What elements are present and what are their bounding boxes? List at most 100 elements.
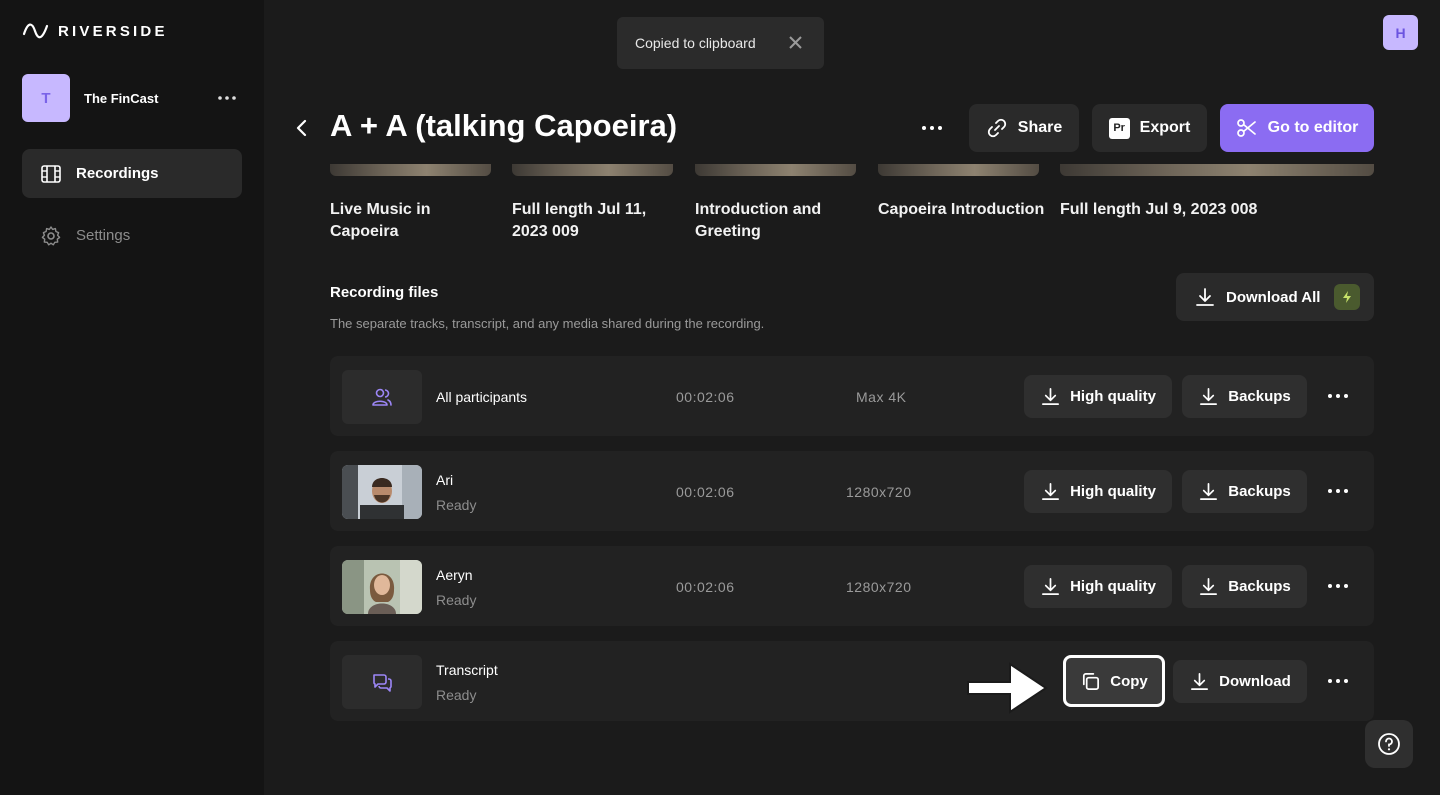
track-resolution: 1280x720 (846, 484, 912, 500)
clip-title: Live Music in Capoeira (330, 201, 431, 240)
track-resolution: 1280x720 (846, 579, 912, 595)
scissors-icon (1236, 119, 1256, 137)
sidebar-item-recordings[interactable]: Recordings (22, 149, 242, 198)
participant-thumbnail (342, 465, 422, 519)
high-quality-button[interactable]: High quality (1024, 470, 1172, 513)
track-duration: 00:02:06 (676, 389, 735, 405)
track-resolution: Max 4K (856, 389, 907, 405)
workspace-avatar: T (22, 74, 70, 122)
track-duration: 00:02:06 (676, 579, 735, 595)
download-icon (1191, 673, 1209, 690)
clip-card[interactable]: Introduction and Greeting (695, 164, 865, 243)
brand-name: RIVERSIDE (58, 22, 168, 40)
download-icon (1200, 483, 1218, 500)
clip-thumbnail (695, 164, 856, 176)
track-name: All participants (436, 389, 528, 405)
more-options-icon[interactable] (1320, 479, 1356, 503)
high-quality-button[interactable]: High quality (1024, 375, 1172, 418)
track-status: Ready (436, 687, 477, 703)
workspace-name: The FinCast (84, 90, 159, 106)
link-icon (987, 118, 1006, 138)
download-all-label: Download All (1226, 288, 1321, 306)
download-all-button[interactable]: Download All (1176, 273, 1374, 321)
user-avatar[interactable]: H (1383, 15, 1418, 50)
button-label: Copy (1110, 672, 1148, 690)
clip-title: Capoeira Introduction (878, 201, 1045, 218)
button-label: High quality (1070, 483, 1156, 500)
download-icon (1042, 578, 1060, 595)
clip-thumbnail (512, 164, 673, 176)
gear-icon (41, 225, 61, 245)
button-label: Backups (1228, 483, 1291, 500)
track-name: Transcript (436, 662, 498, 678)
download-icon (1042, 388, 1060, 405)
backups-button[interactable]: Backups (1182, 375, 1307, 418)
section-subtitle: The separate tracks, transcript, and any… (330, 316, 765, 331)
button-label: Backups (1228, 578, 1291, 595)
clip-card[interactable]: Capoeira Introduction (878, 164, 1048, 221)
clip-thumbnail (330, 164, 491, 176)
chat-bubbles-icon (342, 655, 422, 709)
premiere-pro-icon: Pr (1108, 117, 1130, 139)
page-title: A + A (talking Capoeira) (330, 108, 678, 143)
more-options-icon[interactable] (917, 116, 947, 140)
track-name: Ari (436, 472, 454, 488)
table-row: Ari Ready 00:02:06 1280x720 High quality… (330, 451, 1374, 531)
section-title: Recording files (330, 284, 439, 301)
download-icon (1042, 483, 1060, 500)
share-button[interactable]: Share (969, 104, 1079, 152)
clips-carousel: Live Music in Capoeira Full length Jul 1… (330, 164, 1374, 244)
close-icon[interactable] (787, 34, 804, 51)
question-icon (1378, 733, 1400, 755)
copy-button[interactable]: Copy (1063, 655, 1165, 707)
backups-button[interactable]: Backups (1182, 565, 1307, 608)
download-icon (1200, 578, 1218, 595)
download-icon (1196, 288, 1214, 306)
lightning-icon (1334, 284, 1361, 310)
clip-thumbnail (1060, 164, 1374, 176)
clip-card[interactable]: Full length Jul 9, 2023 008 (1060, 164, 1374, 221)
clip-thumbnail (878, 164, 1039, 176)
sidebar: RIVERSIDE T The FinCast Recordings Setti… (0, 0, 264, 795)
chevron-left-icon[interactable] (290, 116, 314, 140)
more-options-icon[interactable] (1320, 574, 1356, 598)
high-quality-button[interactable]: High quality (1024, 565, 1172, 608)
download-icon (1200, 388, 1218, 405)
wave-logo-icon (22, 23, 49, 39)
track-duration: 00:02:06 (676, 484, 735, 500)
clip-card[interactable]: Live Music in Capoeira (330, 164, 500, 243)
sidebar-item-label: Recordings (76, 165, 159, 182)
film-icon (41, 164, 61, 183)
track-name: Aeryn (436, 567, 473, 583)
share-label: Share (1017, 119, 1063, 136)
sidebar-item-label: Settings (76, 227, 131, 244)
riverside-logo[interactable]: RIVERSIDE (22, 20, 168, 42)
track-status: Ready (436, 497, 477, 513)
clip-title: Introduction and Greeting (695, 201, 822, 240)
toast-notification: Copied to clipboard (617, 17, 824, 69)
go-to-editor-button[interactable]: Go to editor (1220, 104, 1374, 152)
toast-message: Copied to clipboard (635, 35, 756, 51)
download-button[interactable]: Download (1173, 660, 1307, 703)
export-label: Export (1139, 119, 1191, 136)
table-row: All participants 00:02:06 Max 4K High qu… (330, 356, 1374, 436)
clip-card[interactable]: Full length Jul 11, 2023 009 (512, 164, 682, 243)
editor-label: Go to editor (1267, 119, 1359, 136)
more-options-icon[interactable] (1320, 669, 1356, 693)
workspace-more-icon[interactable] (216, 88, 238, 108)
participants-icon (342, 370, 422, 424)
participant-thumbnail (342, 560, 422, 614)
track-status: Ready (436, 592, 477, 608)
backups-button[interactable]: Backups (1182, 470, 1307, 513)
sidebar-item-settings[interactable]: Settings (22, 211, 242, 260)
help-button[interactable] (1365, 720, 1413, 768)
more-options-icon[interactable] (1320, 384, 1356, 408)
button-label: High quality (1070, 578, 1156, 595)
clip-title: Full length Jul 11, 2023 009 (512, 201, 647, 240)
clip-title: Full length Jul 9, 2023 008 (1060, 201, 1258, 218)
arrow-right-icon (967, 662, 1048, 714)
export-button[interactable]: Pr Export (1092, 104, 1207, 152)
table-row: Aeryn Ready 00:02:06 1280x720 High quali… (330, 546, 1374, 626)
workspace-switcher[interactable]: T The FinCast (22, 74, 242, 122)
copy-icon (1083, 672, 1100, 690)
